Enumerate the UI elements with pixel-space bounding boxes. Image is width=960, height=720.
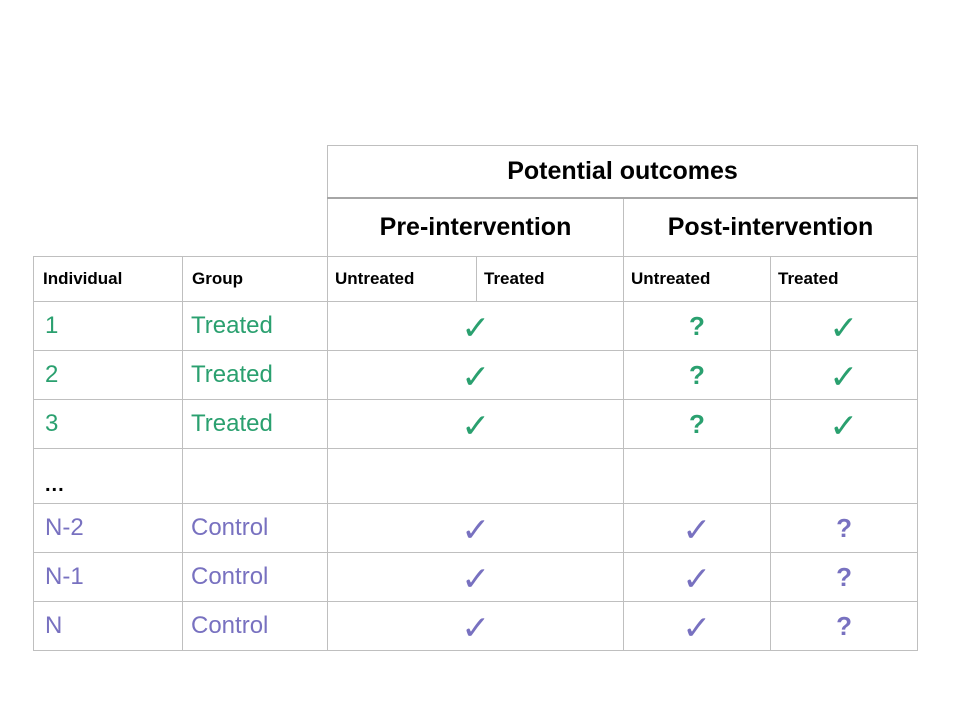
check-icon: ✓	[682, 607, 712, 647]
table-row: N-1 Control ✓ ✓ ?	[33, 552, 919, 602]
cell-pre-intervention-merged: ✓	[327, 350, 624, 400]
cell-post-treated: ✓	[769, 399, 919, 449]
question-mark-icon: ?	[689, 310, 705, 341]
table-row: 2 Treated ✓ ? ✓	[33, 350, 919, 400]
check-icon: ✓	[461, 405, 491, 445]
phase-header-post-intervention: Post-intervention	[622, 197, 919, 257]
cell-individual-id: 2	[33, 350, 183, 400]
corner-spacer-individual-2	[34, 198, 183, 257]
question-mark-icon: ?	[689, 408, 705, 439]
check-icon: ✓	[829, 405, 859, 445]
check-icon: ✓	[461, 356, 491, 396]
corner-spacer-individual	[34, 146, 183, 199]
cell-post-treated: ?	[769, 503, 919, 553]
super-header-row: Potential outcomes	[34, 145, 919, 199]
cell-pre-intervention-merged: ✓	[327, 552, 624, 602]
cell-group: Control	[182, 601, 328, 651]
column-header-individual: Individual	[33, 256, 183, 302]
cell-individual-ellipsis: ...	[33, 448, 183, 504]
question-mark-icon: ?	[689, 359, 705, 390]
table-row: 3 Treated ✓ ? ✓	[33, 399, 919, 449]
cell-group	[182, 448, 328, 504]
check-icon: ✓	[682, 509, 712, 549]
cell-group: Control	[182, 552, 328, 602]
phase-header-row: Pre-intervention Post-intervention	[34, 197, 919, 257]
cell-post-untreated: ✓	[623, 503, 771, 553]
check-icon: ✓	[461, 307, 491, 347]
cell-post-untreated: ?	[623, 301, 771, 351]
question-mark-icon: ?	[836, 512, 852, 543]
cell-post-untreated: ✓	[623, 552, 771, 602]
cell-individual-id: N-1	[33, 552, 183, 602]
corner-spacer-group-2	[183, 198, 328, 257]
cell-group: Control	[182, 503, 328, 553]
cell-individual-id: 3	[33, 399, 183, 449]
cell-post-treated: ?	[769, 552, 919, 602]
cell-post-treated: ✓	[769, 350, 919, 400]
figure-canvas: Potential outcomes Pre-intervention Post…	[0, 0, 960, 720]
table-row-ellipsis: ...	[33, 448, 919, 504]
super-header-potential-outcomes: Potential outcomes	[326, 145, 919, 199]
column-header-pre-untreated: Untreated	[327, 256, 477, 302]
cell-pre-intervention-merged: ✓	[327, 399, 624, 449]
column-header-pre-treated: Treated	[476, 256, 624, 302]
cell-post-untreated: ✓	[623, 601, 771, 651]
check-icon: ✓	[829, 356, 859, 396]
cell-individual-id: N-2	[33, 503, 183, 553]
cell-individual-id: N	[33, 601, 183, 651]
table-row: N Control ✓ ✓ ?	[33, 601, 919, 651]
cell-post-untreated: ?	[623, 399, 771, 449]
cell-pre-intervention-merged: ✓	[327, 503, 624, 553]
cell-group: Treated	[182, 399, 328, 449]
column-header-row: Individual Group Untreated Treated Untre…	[33, 256, 919, 302]
cell-pre-intervention-merged: ✓	[327, 301, 624, 351]
cell-post-treated: ?	[769, 601, 919, 651]
table-row: 1 Treated ✓ ? ✓	[33, 301, 919, 351]
check-icon: ✓	[829, 307, 859, 347]
column-header-group: Group	[182, 256, 328, 302]
cell-post-treated: ✓	[769, 301, 919, 351]
cell-group: Treated	[182, 350, 328, 400]
column-header-post-untreated: Untreated	[623, 256, 771, 302]
check-icon: ✓	[682, 558, 712, 598]
potential-outcomes-table: Potential outcomes Pre-intervention Post…	[33, 145, 919, 651]
check-icon: ✓	[461, 607, 491, 647]
question-mark-icon: ?	[836, 561, 852, 592]
cell-individual-id: 1	[33, 301, 183, 351]
cell-pre-intervention-merged	[327, 448, 624, 504]
question-mark-icon: ?	[836, 610, 852, 641]
corner-spacer-group	[183, 146, 328, 199]
cell-group: Treated	[182, 301, 328, 351]
cell-pre-intervention-merged: ✓	[327, 601, 624, 651]
check-icon: ✓	[461, 558, 491, 598]
table-row: N-2 Control ✓ ✓ ?	[33, 503, 919, 553]
check-icon: ✓	[461, 509, 491, 549]
cell-post-treated	[769, 448, 919, 504]
phase-header-pre-intervention: Pre-intervention	[327, 197, 624, 257]
column-header-post-treated: Treated	[769, 256, 919, 302]
cell-post-untreated	[623, 448, 771, 504]
cell-post-untreated: ?	[623, 350, 771, 400]
